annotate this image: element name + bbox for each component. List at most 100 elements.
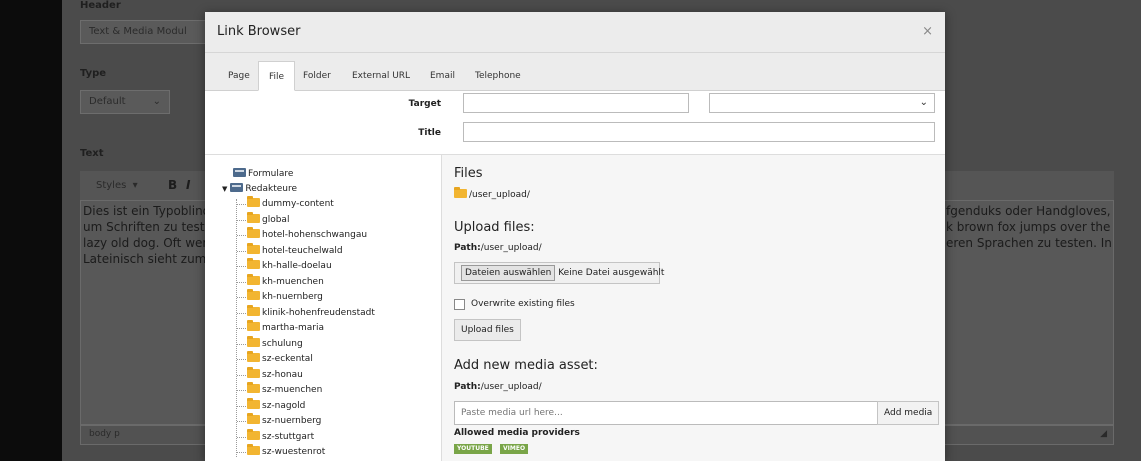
folder-icon: [247, 413, 260, 424]
close-icon[interactable]: ×: [922, 24, 933, 39]
target-select[interactable]: ⌄: [709, 93, 935, 113]
italic-button[interactable]: I: [186, 178, 190, 192]
tab-telephone[interactable]: Telephone: [465, 61, 531, 91]
tree-folder-kh-muenchen[interactable]: kh-muenchen: [247, 273, 324, 289]
tree-guide-line: [237, 452, 246, 453]
tree-folder-label: global: [262, 214, 290, 225]
folder-icon: [247, 382, 260, 393]
tree-folder-kh-halle-doelau[interactable]: kh-halle-doelau: [247, 258, 332, 273]
tree-folder-hotel-teuchelwald[interactable]: hotel-teuchelwald: [247, 242, 343, 258]
tree-folder-global[interactable]: global: [247, 211, 290, 227]
tree-folder-sz-nagold[interactable]: sz-nagold: [247, 397, 305, 413]
rte-text-line: Dies ist ein Typoblindt: [83, 204, 215, 218]
files-heading: Files: [454, 166, 483, 181]
tab-file[interactable]: File: [258, 61, 296, 91]
tab-external-url[interactable]: External URL: [342, 61, 420, 91]
upload-files-button[interactable]: Upload files: [454, 319, 521, 341]
folder-tree: Formulare ▼ Redakteure dummy-content globa…: [205, 154, 442, 461]
header-input[interactable]: Text & Media Modul: [80, 20, 206, 44]
provider-badge-vimeo: VIMEO: [500, 444, 529, 454]
tree-folder-kh-nuernberg[interactable]: kh-nuernberg: [247, 289, 323, 304]
tree-folder-label: sz-nuernberg: [262, 416, 322, 426]
upload-path: Path:/user_upload/: [454, 243, 542, 253]
title-input[interactable]: [463, 122, 935, 142]
providers-label: Allowed media providers: [454, 428, 580, 438]
tree-folder-label: kh-halle-doelau: [262, 261, 332, 271]
upload-heading: Upload files:: [454, 220, 535, 235]
tab-folder[interactable]: Folder: [293, 61, 341, 91]
folder-icon: [247, 351, 260, 362]
modal-header: Link Browser ×: [205, 12, 945, 53]
tab-page[interactable]: Page: [218, 61, 260, 91]
tree-folder-label: schulung: [262, 338, 303, 349]
current-folder[interactable]: /user_upload/: [454, 187, 530, 200]
tree-folder-label: hotel-teuchelwald: [262, 245, 343, 256]
add-media-button[interactable]: Add media: [877, 401, 940, 425]
tree-guide-line: [237, 343, 246, 345]
tree-folder-label: sz-eckental: [262, 354, 313, 364]
overwrite-checkbox[interactable]: [454, 299, 465, 310]
type-select-value: Default: [89, 96, 126, 107]
tree-folder-sz-stuttgart[interactable]: sz-stuttgart: [247, 428, 314, 444]
tree-folder-hotel-hohenschwangau[interactable]: hotel-hohenschwangau: [247, 227, 368, 242]
tree-guide-line: [237, 374, 246, 376]
tree-folder-sz-eckental[interactable]: sz-eckental: [247, 351, 313, 366]
tree-guide-line: [237, 390, 246, 391]
styles-dropdown[interactable]: Styles ▾: [96, 180, 138, 191]
type-select[interactable]: Default ⌄: [80, 90, 170, 114]
tree-guide-line: [237, 359, 246, 360]
tab-email[interactable]: Email: [420, 61, 465, 91]
resize-handle-icon[interactable]: ◢: [1100, 429, 1107, 439]
chevron-down-icon: ⌄: [152, 96, 161, 107]
tree-folder-sz-honau[interactable]: sz-honau: [247, 366, 303, 382]
folder-icon: [247, 258, 260, 269]
tree-folder-label: sz-muenchen: [262, 385, 323, 395]
tree-folder-label: kh-nuernberg: [262, 292, 323, 302]
tree-folder-label: sz-honau: [262, 369, 303, 380]
no-file-label: Keine Datei ausgewählt: [558, 268, 665, 278]
folder-icon: [247, 211, 260, 223]
file-picker[interactable]: Dateien auswählen Keine Datei ausgewählt: [454, 262, 664, 284]
caret-down-icon[interactable]: ▼: [222, 185, 227, 193]
folder-icon: [247, 196, 260, 207]
tree-folder-label: kh-muenchen: [262, 276, 324, 287]
tree-folder-schulung[interactable]: schulung: [247, 335, 303, 351]
rte-text-line: fgenduks oder Handgloves,: [946, 204, 1111, 218]
tree-folder-sz-nuernberg[interactable]: sz-nuernberg: [247, 413, 322, 428]
filemount-icon: [233, 168, 246, 177]
tree-folder-dummy-content[interactable]: dummy-content: [247, 196, 334, 211]
link-type-tabs: Page File Folder External URL Email Tele…: [205, 53, 945, 91]
provider-badge-youtube: YOUTUBE: [454, 444, 492, 454]
tree-guide-line: [237, 436, 246, 438]
tree-mount-redakteure[interactable]: ▼ Redakteure: [222, 182, 297, 196]
media-path: Path:/user_upload/: [454, 382, 542, 392]
media-url-input[interactable]: [454, 401, 878, 425]
tree-folder-martha-maria[interactable]: martha-maria: [247, 320, 324, 335]
tree-guide-line: [237, 312, 246, 314]
tree-folder-klinik-hohenfreudenstadt[interactable]: klinik-hohenfreudenstadt: [247, 304, 375, 320]
choose-files-button[interactable]: Dateien auswählen: [461, 265, 556, 281]
tree-folder-sz-wuestenrot[interactable]: sz-wuestenrot: [247, 444, 325, 459]
bold-button[interactable]: B: [168, 178, 177, 192]
media-heading: Add new media asset:: [454, 358, 598, 373]
tree-folder-label: dummy-content: [262, 199, 334, 209]
tree-folder-sz-muenchen[interactable]: sz-muenchen: [247, 382, 323, 397]
folder-icon: [247, 428, 260, 440]
folder-icon: [247, 366, 260, 378]
tree-guide-line: [237, 250, 246, 252]
folder-icon: [247, 273, 260, 285]
tree-guide-line: [237, 204, 246, 205]
folder-icon: [454, 187, 467, 198]
module-menu-strip: [0, 0, 62, 461]
overwrite-label: Overwrite existing files: [471, 299, 575, 309]
folder-icon: [247, 444, 260, 455]
tree-guide-line: [237, 266, 246, 267]
tree-guide-line: [237, 297, 246, 298]
tree-mount-formulare[interactable]: Formulare: [233, 167, 293, 181]
target-input[interactable]: [463, 93, 689, 113]
tree-folder-label: martha-maria: [262, 323, 324, 333]
tree-folder-label: hotel-hohenschwangau: [262, 230, 368, 240]
styles-dropdown-label: Styles: [96, 180, 127, 191]
target-label: Target: [408, 99, 441, 109]
header-field-label: Header: [80, 0, 121, 11]
